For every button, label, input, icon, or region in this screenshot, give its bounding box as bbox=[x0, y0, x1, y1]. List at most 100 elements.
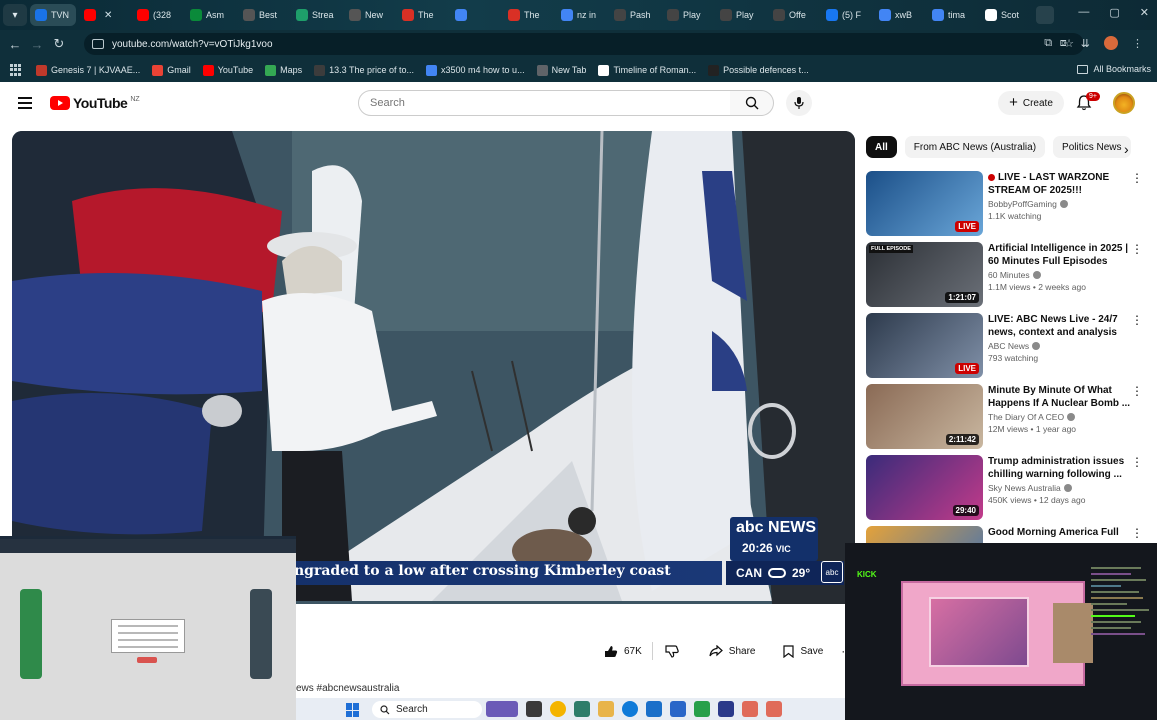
copilot-icon[interactable] bbox=[574, 701, 590, 717]
app-icon[interactable] bbox=[694, 701, 710, 717]
bookmark-item[interactable]: Possible defences t... bbox=[708, 64, 809, 76]
reload-icon[interactable]: ↻ bbox=[48, 36, 70, 52]
video-thumbnail[interactable]: LIVE bbox=[866, 171, 983, 236]
all-bookmarks-button[interactable]: All Bookmarks bbox=[1077, 64, 1151, 74]
widgets-icon[interactable] bbox=[486, 701, 518, 717]
browser-tab[interactable]: Play bbox=[715, 4, 765, 26]
browser-tab[interactable]: The bbox=[503, 4, 553, 26]
chrome-icon[interactable] bbox=[550, 701, 566, 717]
channel-name-row[interactable]: BobbyPoffGaming bbox=[988, 199, 1136, 209]
account-avatar[interactable] bbox=[1113, 92, 1135, 114]
video-options-icon[interactable]: ⋮ bbox=[1131, 314, 1143, 326]
description-snippet[interactable]: ews #abcnewsaustralia bbox=[296, 683, 399, 694]
browser-tab[interactable]: nz in bbox=[556, 4, 606, 26]
video-player[interactable]: ngraded to a low after crossing Kimberle… bbox=[12, 131, 855, 604]
channel-name-row[interactable]: Sky News Australia bbox=[988, 483, 1136, 493]
video-title[interactable]: LIVE: ABC News Live - 24/7 news, context… bbox=[988, 313, 1136, 339]
browser-tab[interactable] bbox=[450, 4, 500, 26]
app-icon[interactable] bbox=[766, 701, 782, 717]
app-icon[interactable] bbox=[742, 701, 758, 717]
filter-chip[interactable]: All bbox=[866, 136, 897, 158]
video-thumbnail[interactable]: 2:11:42 bbox=[866, 384, 983, 449]
recommended-video[interactable]: 2:11:42 Minute By Minute Of What Happens … bbox=[866, 384, 1149, 455]
bookmark-item[interactable]: New Tab bbox=[536, 64, 586, 76]
bookmark-item[interactable]: Timeline of Roman... bbox=[598, 64, 696, 76]
bookmark-item[interactable]: Genesis 7 | KJVAAE... bbox=[36, 64, 140, 76]
browser-tab[interactable]: xwB bbox=[874, 4, 924, 26]
forward-icon[interactable]: → bbox=[26, 37, 48, 52]
video-title[interactable]: LIVE - LAST WARZONE STREAM OF 2025!!! bbox=[988, 171, 1136, 197]
bookmark-item[interactable]: 13.3 The price of to... bbox=[314, 64, 414, 76]
install-app-icon[interactable]: ⧉ bbox=[1044, 37, 1052, 50]
search-field[interactable] bbox=[358, 90, 731, 116]
maximize-icon[interactable]: ▢ bbox=[1109, 6, 1119, 19]
site-info-icon[interactable] bbox=[92, 39, 104, 49]
voice-search-button[interactable] bbox=[786, 90, 812, 116]
dislike-button[interactable] bbox=[653, 644, 691, 658]
like-button[interactable]: 67K bbox=[594, 645, 652, 658]
menu-icon[interactable] bbox=[18, 97, 32, 109]
search-button[interactable] bbox=[730, 90, 774, 116]
browser-tab[interactable]: The bbox=[397, 4, 447, 26]
video-thumbnail[interactable]: FULL EPISODE 1:21:07 bbox=[866, 242, 983, 307]
youtube-logo[interactable]: YouTube NZ bbox=[50, 95, 140, 111]
browser-tab[interactable]: Strea bbox=[291, 4, 341, 26]
browser-tab[interactable]: New bbox=[344, 4, 394, 26]
close-window-icon[interactable]: ✕ bbox=[1140, 6, 1149, 19]
channel-name-row[interactable]: The Diary Of A CEO bbox=[988, 412, 1136, 422]
filter-chip[interactable]: Politics News bbox=[1053, 136, 1131, 158]
browser-tab[interactable]: TVN bbox=[30, 4, 76, 26]
bookmark-item[interactable]: Gmail bbox=[152, 64, 191, 76]
back-icon[interactable]: ← bbox=[4, 37, 26, 52]
app-icon[interactable] bbox=[718, 701, 734, 717]
video-options-icon[interactable]: ⋮ bbox=[1131, 243, 1143, 255]
video-options-icon[interactable]: ⋮ bbox=[1131, 456, 1143, 468]
mail-icon[interactable] bbox=[646, 701, 662, 717]
create-button[interactable]: + Create bbox=[998, 91, 1064, 115]
browser-tab[interactable]: ✕ bbox=[79, 4, 129, 26]
new-tab-button[interactable] bbox=[1036, 6, 1054, 24]
browser-tab[interactable]: Asm bbox=[185, 4, 235, 26]
video-thumbnail[interactable]: LIVE bbox=[866, 313, 983, 378]
recommended-video[interactable]: 29:40 Trump administration issues chillin… bbox=[866, 455, 1149, 526]
pip-window-left[interactable] bbox=[0, 536, 296, 720]
video-options-icon[interactable]: ⋮ bbox=[1131, 527, 1143, 539]
tab-close-icon[interactable]: ✕ bbox=[104, 10, 112, 21]
browser-tab[interactable]: Best bbox=[238, 4, 288, 26]
extensions-icon[interactable]: ⧈ bbox=[1060, 37, 1067, 50]
save-button[interactable]: Save bbox=[773, 637, 834, 665]
bookmark-item[interactable]: YouTube bbox=[202, 64, 253, 76]
video-title[interactable]: Minute By Minute Of What Happens If A Nu… bbox=[988, 384, 1136, 410]
stream-video[interactable] bbox=[901, 581, 1093, 686]
video-title[interactable]: Artificial Intelligence in 2025 | 60 Min… bbox=[988, 242, 1136, 268]
file-explorer-icon[interactable] bbox=[598, 701, 614, 717]
video-title[interactable]: Trump administration issues chilling war… bbox=[988, 455, 1136, 481]
taskbar-search[interactable]: Search bbox=[372, 701, 482, 718]
video-options-icon[interactable]: ⋮ bbox=[1131, 172, 1143, 184]
recommended-video[interactable]: LIVE LIVE - LAST WARZONE STREAM OF 2025!!… bbox=[866, 171, 1149, 242]
browser-tab[interactable]: Pash bbox=[609, 4, 659, 26]
video-options-icon[interactable]: ⋮ bbox=[1131, 385, 1143, 397]
bookmark-item[interactable]: Maps bbox=[265, 64, 302, 76]
channel-name-row[interactable]: ABC News bbox=[988, 341, 1136, 351]
address-bar[interactable]: youtube.com/watch?v=vOTiJkg1voo ⧉ ☆ bbox=[84, 33, 1084, 55]
browser-tab[interactable]: (328 bbox=[132, 4, 182, 26]
downloads-icon[interactable]: ⇊ bbox=[1081, 37, 1090, 50]
browser-menu-icon[interactable]: ⋮ bbox=[1132, 37, 1143, 50]
store-icon[interactable] bbox=[670, 701, 686, 717]
browser-tab[interactable]: Offe bbox=[768, 4, 818, 26]
edge-icon[interactable] bbox=[622, 701, 638, 717]
browser-tab[interactable]: Scot bbox=[980, 4, 1030, 26]
video-thumbnail[interactable]: 29:40 bbox=[866, 455, 983, 520]
minimize-icon[interactable]: — bbox=[1078, 6, 1089, 19]
browser-tab[interactable]: (5) F bbox=[821, 4, 871, 26]
windows-start-icon[interactable] bbox=[346, 703, 360, 717]
recommended-video[interactable]: FULL EPISODE 1:21:07 Artificial Intelligen… bbox=[866, 242, 1149, 313]
tab-search-button[interactable]: ▾ bbox=[3, 4, 27, 26]
search-input[interactable] bbox=[370, 97, 730, 109]
channel-name-row[interactable]: 60 Minutes bbox=[988, 270, 1136, 280]
bookmark-item[interactable]: x3500 m4 how to u... bbox=[426, 64, 525, 76]
share-button[interactable]: Share bbox=[698, 637, 766, 665]
apps-grid-icon[interactable] bbox=[10, 64, 22, 76]
filter-chip[interactable]: From ABC News (Australia) bbox=[904, 136, 1046, 158]
